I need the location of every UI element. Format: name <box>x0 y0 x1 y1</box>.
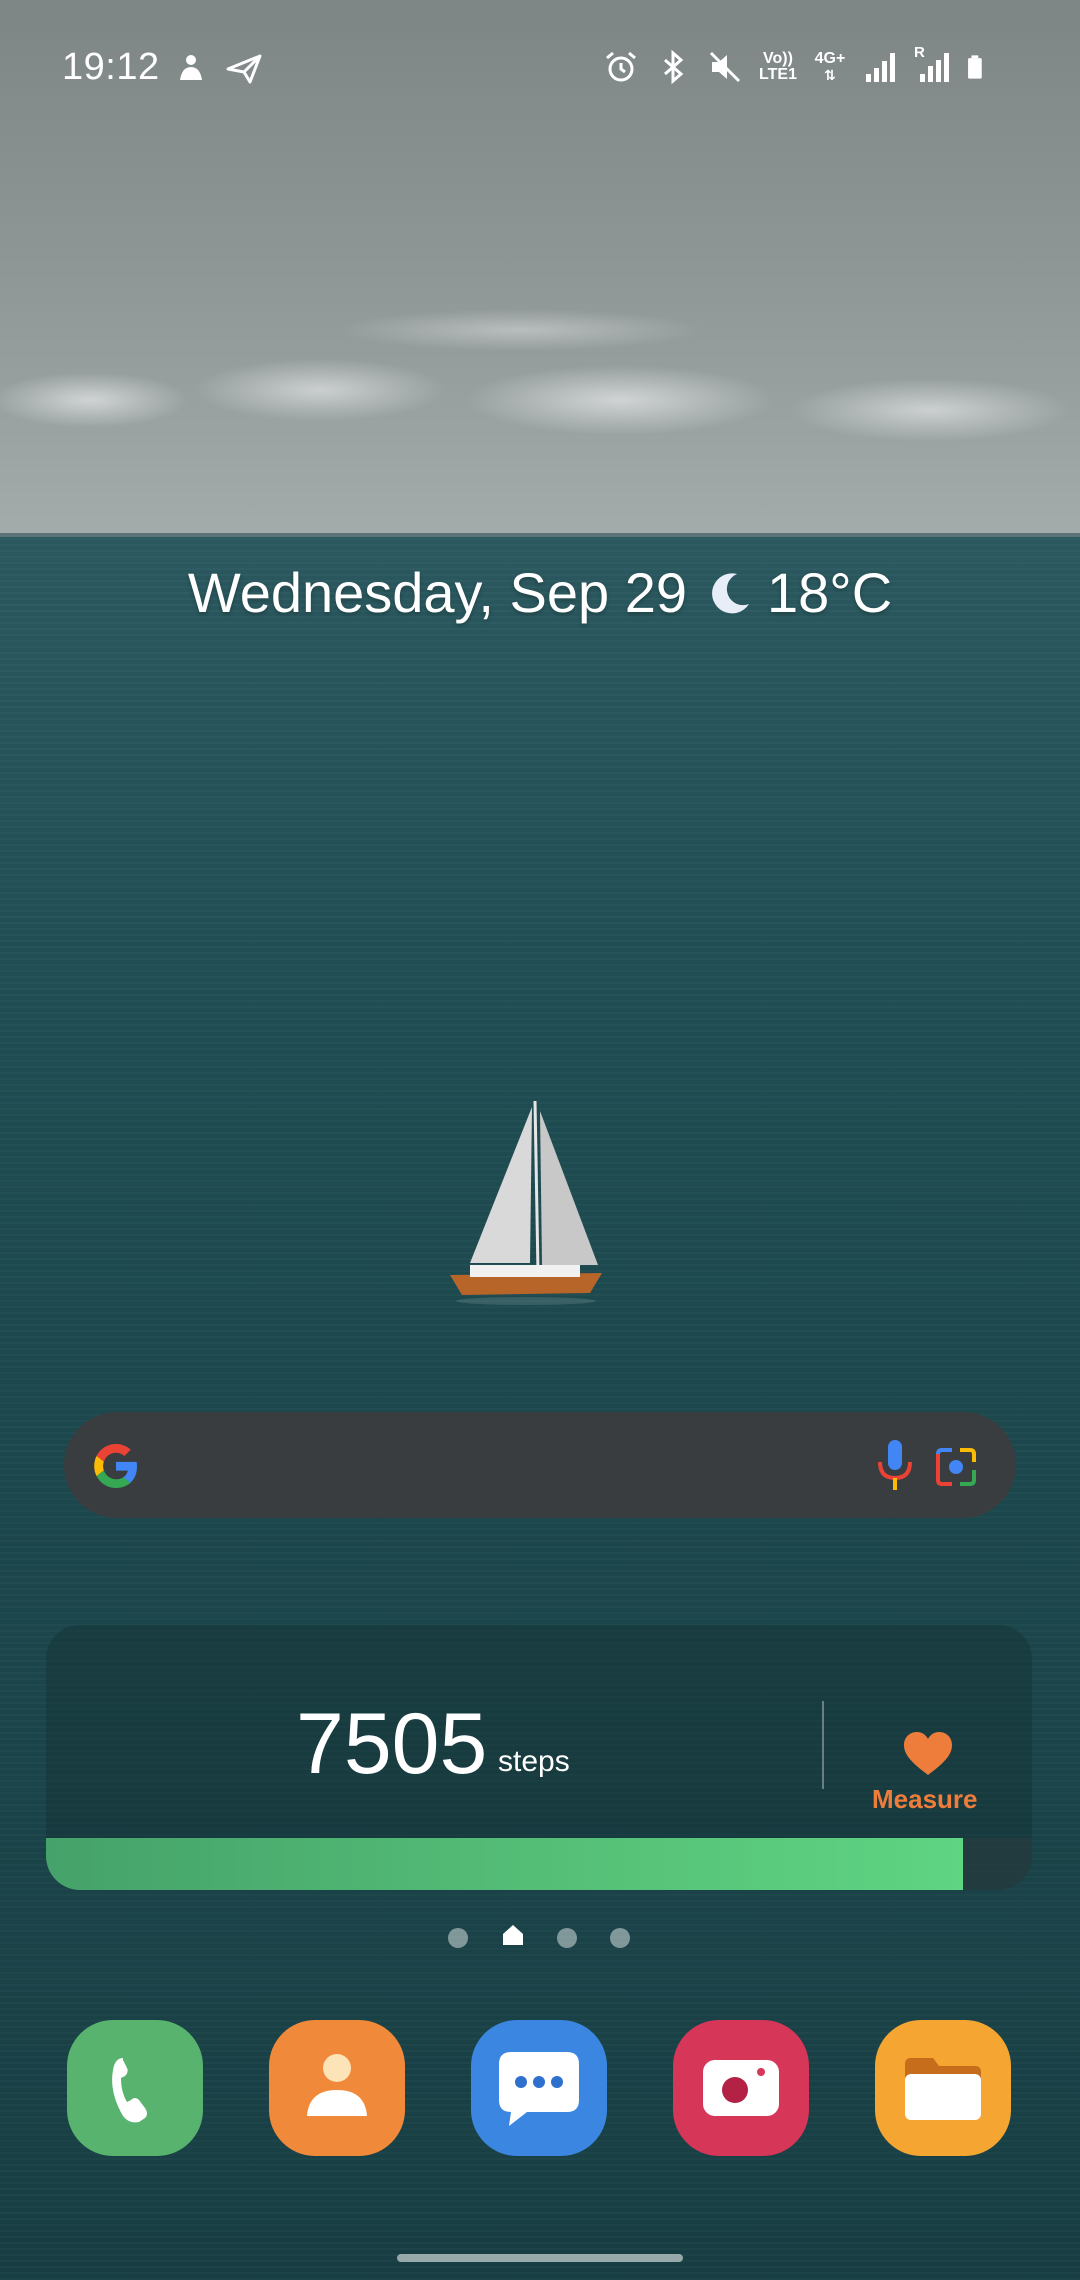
mute-icon <box>709 51 741 83</box>
phone-icon <box>112 2058 147 2123</box>
status-notification-icons <box>172 50 264 88</box>
page-dot[interactable] <box>557 1928 577 1948</box>
lens-camera-icon[interactable] <box>930 1440 982 1492</box>
volte-label: Vo)) LTE1 <box>759 50 797 83</box>
measure-button[interactable]: Measure <box>872 1784 978 1815</box>
mic-icon[interactable] <box>870 1436 920 1494</box>
roaming-label: R <box>914 44 925 61</box>
steps-count: 7505 <box>296 1696 488 1792</box>
volte-icon: Vo)) LTE1 <box>758 51 798 83</box>
steps-widget[interactable]: 7505 steps Measure <box>46 1625 1032 1890</box>
folder-icon <box>905 2058 981 2120</box>
contacts-icon <box>307 2054 367 2116</box>
camera-icon <box>703 2060 779 2116</box>
wallpaper-sea-texture <box>0 537 1080 2280</box>
status-bar: 19:12 Vo)) LTE1 4G+ ⇅ R <box>0 0 1080 140</box>
moon-icon <box>712 573 750 614</box>
page-indicator[interactable] <box>0 1920 1080 1952</box>
network-label: 4G+ <box>814 50 846 67</box>
bluetooth-icon <box>664 49 684 85</box>
steps-unit: steps <box>498 1745 570 1778</box>
wallpaper-clouds <box>0 300 1080 460</box>
date-weather-widget[interactable]: Wednesday, Sep 29 18°C <box>0 560 1080 625</box>
steps-row: 7505 steps Measure <box>46 1625 1032 1835</box>
page-dot[interactable] <box>448 1928 468 1948</box>
status-system-icons: Vo)) LTE1 4G+ ⇅ R <box>602 44 992 86</box>
messages-icon <box>499 2052 579 2126</box>
steps-progress-bar <box>46 1838 1032 1890</box>
camera-app[interactable] <box>673 2020 809 2156</box>
signal-roaming-icon: R <box>914 44 952 86</box>
steps-progress-fill <box>46 1838 963 1890</box>
send-notification-icon <box>226 54 262 84</box>
phone-app[interactable] <box>67 2020 203 2156</box>
network-4g-icon: 4G+ ⇅ <box>814 50 846 84</box>
heart-icon[interactable] <box>902 1731 954 1777</box>
person-notification-icon <box>180 55 202 80</box>
signal-icon <box>866 53 895 82</box>
google-search-bar[interactable] <box>64 1412 1016 1518</box>
alarm-icon <box>606 51 636 82</box>
contacts-app[interactable] <box>269 2020 405 2156</box>
google-icon <box>94 1444 137 1488</box>
sailboat-image <box>450 1100 602 1305</box>
steps-divider <box>822 1701 824 1789</box>
app-dock <box>0 2020 1080 2160</box>
temperature-text: 18°C <box>767 561 893 624</box>
page-dot[interactable] <box>610 1928 630 1948</box>
battery-icon <box>968 55 982 79</box>
date-text: Wednesday, Sep 29 <box>187 561 688 624</box>
status-time: 19:12 <box>62 46 160 88</box>
home-page-icon[interactable] <box>500 1922 526 1948</box>
my-files-app[interactable] <box>875 2020 1011 2156</box>
gesture-nav-handle[interactable] <box>397 2254 683 2262</box>
messages-app[interactable] <box>471 2020 607 2156</box>
